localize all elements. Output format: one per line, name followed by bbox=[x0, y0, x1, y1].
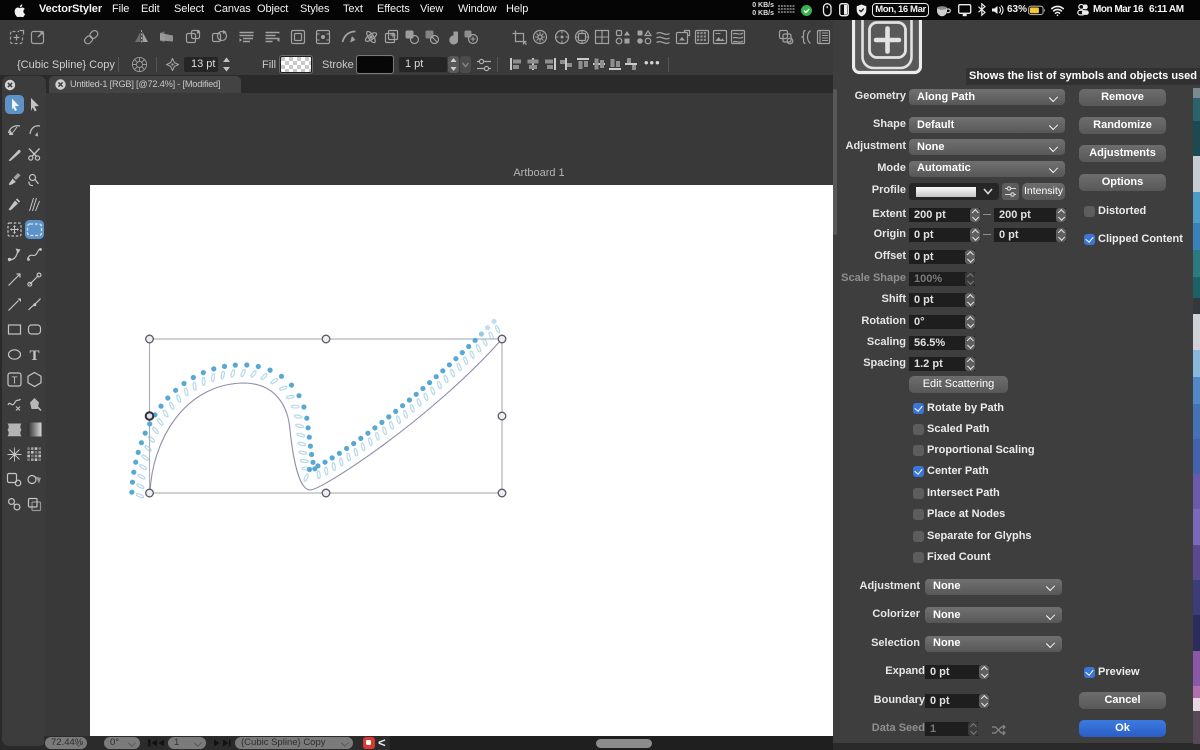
svg-text:T: T bbox=[30, 348, 40, 364]
svg-text:T: T bbox=[12, 376, 18, 387]
